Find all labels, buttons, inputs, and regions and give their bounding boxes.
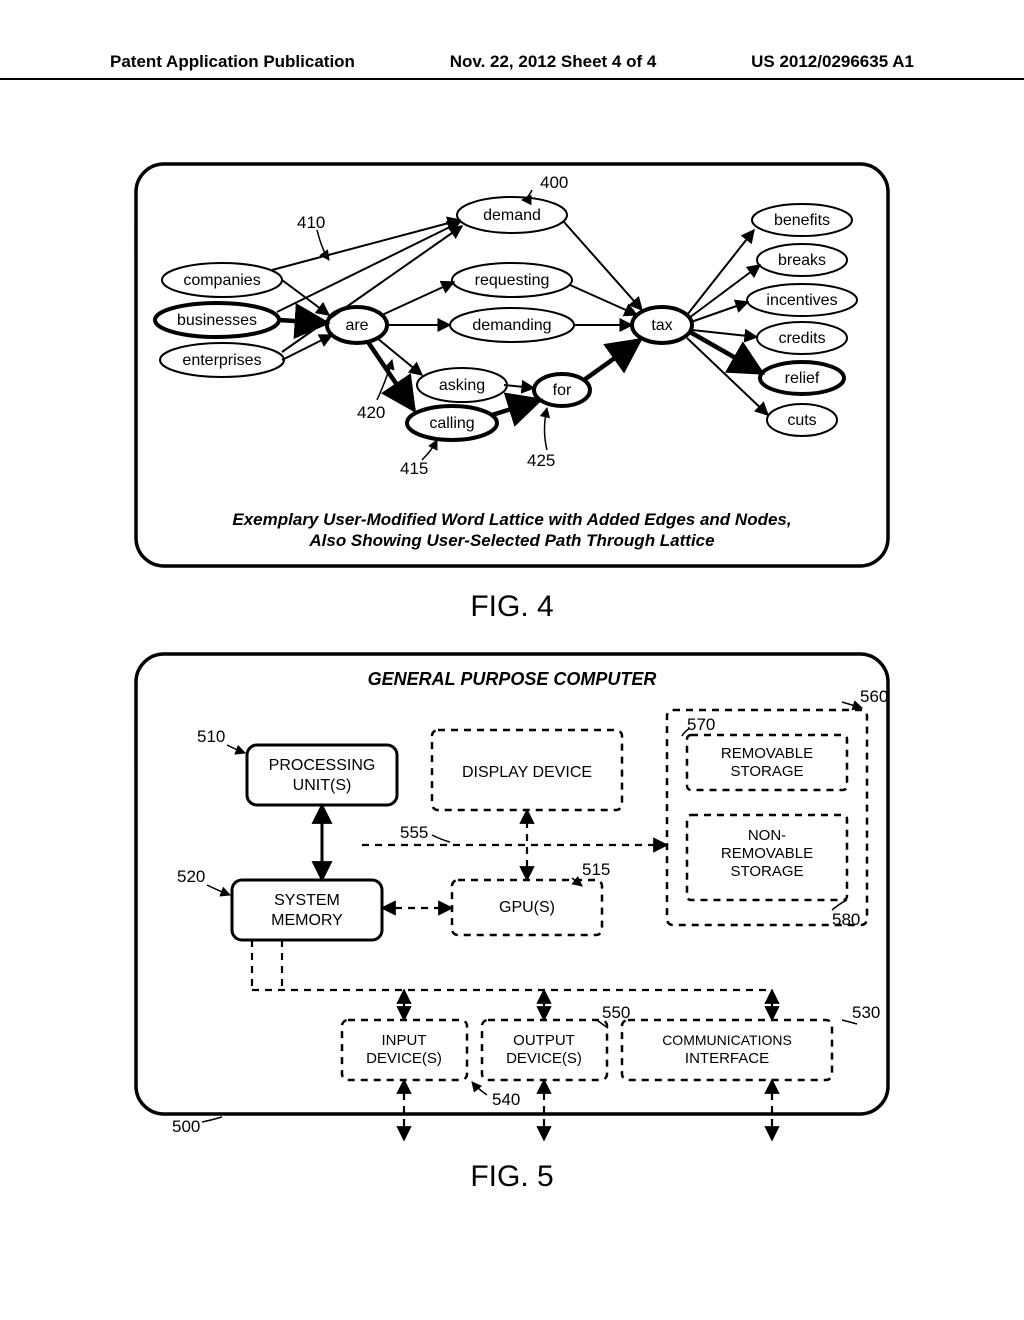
- page-header: Patent Application Publication Nov. 22, …: [0, 52, 1024, 80]
- fig5-title: GENERAL PURPOSE COMPUTER: [368, 669, 657, 689]
- ref-560: 560: [860, 687, 888, 706]
- ref-410: 410: [297, 213, 325, 232]
- svg-text:DEVICE(S): DEVICE(S): [366, 1050, 442, 1067]
- node-incentives: incentives: [766, 292, 837, 309]
- ref-500: 500: [172, 1117, 200, 1136]
- header-right: US 2012/0296635 A1: [751, 52, 914, 72]
- node-enterprises: enterprises: [182, 352, 261, 369]
- svg-text:GPU(S): GPU(S): [499, 899, 555, 916]
- ref-420: 420: [357, 403, 385, 422]
- svg-text:OUTPUT: OUTPUT: [513, 1032, 575, 1049]
- node-cuts: cuts: [787, 412, 816, 429]
- ref-580: 580: [832, 910, 860, 929]
- ref-515: 515: [582, 860, 610, 879]
- node-for: for: [553, 382, 572, 399]
- svg-text:NON-: NON-: [748, 827, 786, 844]
- svg-text:DISPLAY DEVICE: DISPLAY DEVICE: [462, 764, 592, 781]
- fig4-diagram: companies businesses enterprises are dem…: [132, 160, 892, 580]
- ref-510: 510: [197, 727, 225, 746]
- svg-text:STORAGE: STORAGE: [730, 763, 803, 780]
- fig4-label: FIG. 4: [470, 590, 553, 624]
- node-demanding: demanding: [472, 317, 551, 334]
- svg-text:PROCESSING: PROCESSING: [269, 757, 376, 774]
- node-are: are: [345, 317, 368, 334]
- ref-400: 400: [540, 173, 568, 192]
- node-demand: demand: [483, 207, 541, 224]
- ref-550: 550: [602, 1003, 630, 1022]
- header-left: Patent Application Publication: [110, 52, 355, 72]
- svg-text:INTERFACE: INTERFACE: [685, 1050, 769, 1067]
- svg-text:COMMUNICATIONS: COMMUNICATIONS: [662, 1032, 792, 1048]
- fig4-caption-1: Exemplary User-Modified Word Lattice wit…: [232, 510, 791, 529]
- ref-520: 520: [177, 867, 205, 886]
- ref-425: 425: [527, 451, 555, 470]
- node-requesting: requesting: [475, 272, 550, 289]
- ref-570: 570: [687, 715, 715, 734]
- node-breaks: breaks: [778, 252, 826, 269]
- svg-text:SYSTEM: SYSTEM: [274, 892, 340, 909]
- node-tax: tax: [651, 317, 672, 334]
- fig5-diagram: GENERAL PURPOSE COMPUTER PROCESSING UNIT…: [132, 650, 892, 1150]
- node-benefits: benefits: [774, 212, 830, 229]
- ref-415: 415: [400, 459, 428, 478]
- node-calling: calling: [429, 415, 474, 432]
- page: Patent Application Publication Nov. 22, …: [0, 0, 1024, 1320]
- svg-text:UNIT(S): UNIT(S): [293, 777, 352, 794]
- svg-text:MEMORY: MEMORY: [271, 912, 343, 929]
- ref-555: 555: [400, 823, 428, 842]
- node-relief: relief: [785, 370, 820, 387]
- svg-text:REMOVABLE: REMOVABLE: [721, 845, 813, 862]
- node-companies: companies: [183, 272, 260, 289]
- fig4-caption-2: Also Showing User-Selected Path Through …: [308, 531, 714, 550]
- svg-text:STORAGE: STORAGE: [730, 863, 803, 880]
- svg-text:DEVICE(S): DEVICE(S): [506, 1050, 582, 1067]
- svg-text:REMOVABLE: REMOVABLE: [721, 745, 813, 762]
- ref-530: 530: [852, 1003, 880, 1022]
- svg-text:INPUT: INPUT: [382, 1032, 427, 1049]
- node-asking: asking: [439, 377, 485, 394]
- node-credits: credits: [778, 330, 825, 347]
- header-center: Nov. 22, 2012 Sheet 4 of 4: [450, 52, 657, 72]
- ref-540: 540: [492, 1090, 520, 1109]
- node-businesses: businesses: [177, 312, 257, 329]
- fig5-label: FIG. 5: [470, 1160, 553, 1194]
